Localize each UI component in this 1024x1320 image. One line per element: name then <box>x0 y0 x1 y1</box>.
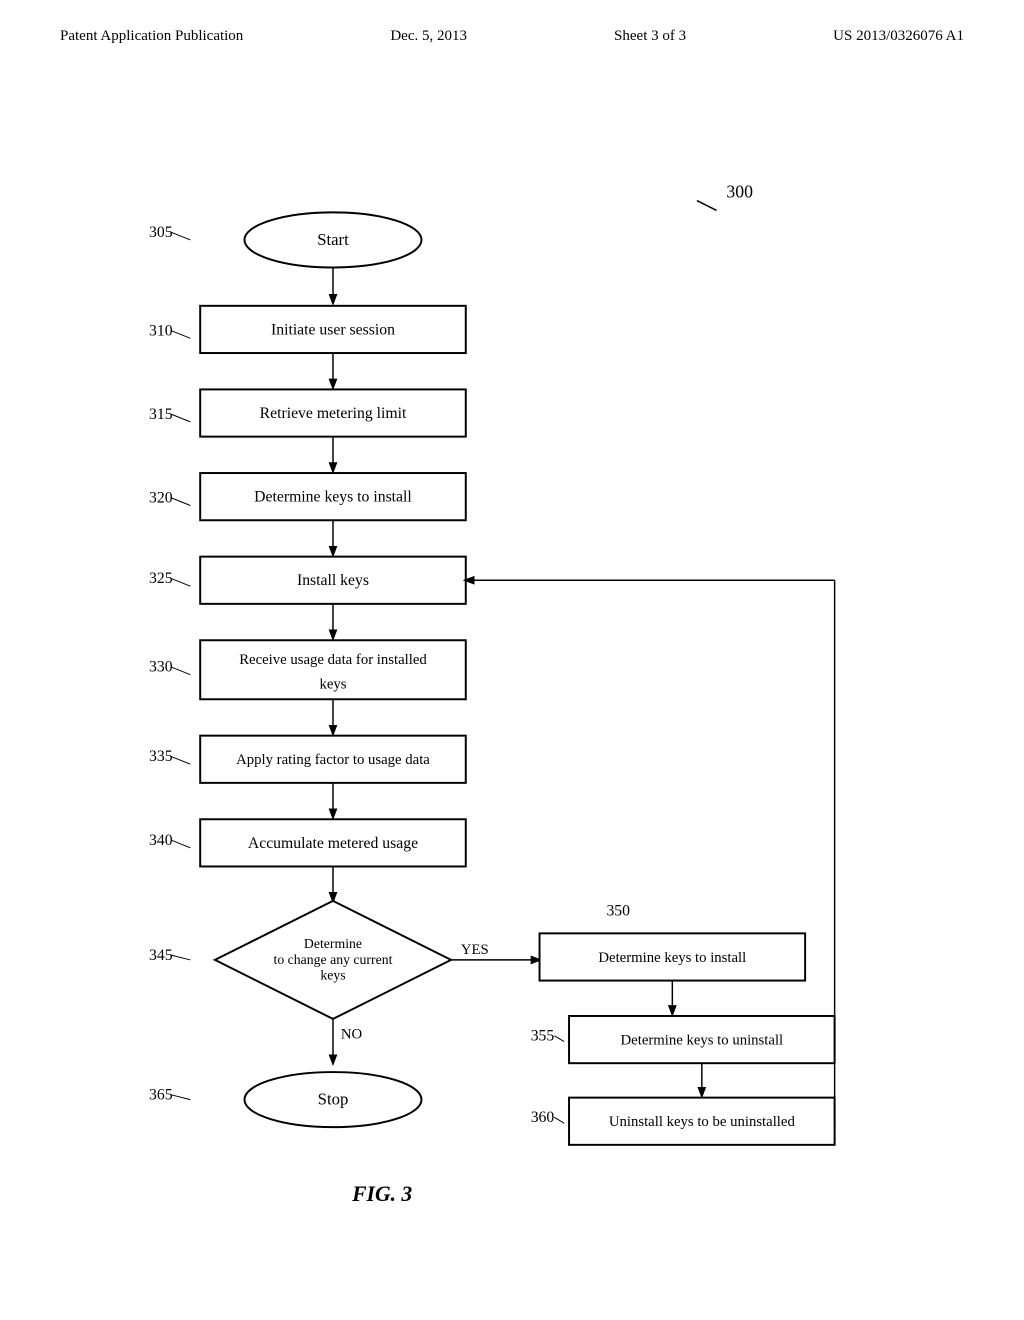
label-340: 340 <box>149 832 173 849</box>
text-330a: Receive usage data for installed <box>239 652 427 668</box>
patent-header: Patent Application Publication Dec. 5, 2… <box>0 0 1024 55</box>
label-310: 310 <box>149 322 173 339</box>
header-right: US 2013/0326076 A1 <box>833 28 964 45</box>
text-360: Uninstall keys to be uninstalled <box>609 1114 796 1130</box>
label-330: 330 <box>149 659 173 676</box>
text-325: Install keys <box>297 572 369 589</box>
header-middle: Dec. 5, 2013 <box>390 28 467 45</box>
figure-label: FIG. 3 <box>351 1182 412 1206</box>
label-325: 325 <box>149 570 173 587</box>
label-365: 365 <box>149 1087 173 1104</box>
text-stop: Stop <box>318 1090 349 1109</box>
text-335: Apply rating factor to usage data <box>236 752 430 768</box>
header-sheet: Sheet 3 of 3 <box>614 28 686 45</box>
figure-number: 300 <box>726 182 753 202</box>
text-315: Retrieve metering limit <box>260 405 407 422</box>
header-left: Patent Application Publication <box>60 28 243 45</box>
label-345: 345 <box>149 947 173 964</box>
text-345c: keys <box>320 968 345 983</box>
text-330b: keys <box>319 676 346 692</box>
text-310: Initiate user session <box>271 321 395 338</box>
flowchart-svg: 300 305 Start 310 Initiate user session … <box>0 55 1024 1255</box>
text-345b: to change any current <box>274 952 393 967</box>
label-yes: YES <box>461 942 489 958</box>
diagram-area: 300 305 Start 310 Initiate user session … <box>0 55 1024 1255</box>
label-315: 315 <box>149 406 173 423</box>
label-320: 320 <box>149 490 173 507</box>
text-350: Determine keys to install <box>598 950 746 966</box>
label-no: NO <box>341 1027 363 1043</box>
text-345a: Determine <box>304 936 362 951</box>
label-305: 305 <box>149 224 173 241</box>
label-350: 350 <box>606 903 630 920</box>
text-320: Determine keys to install <box>254 489 412 506</box>
label-355: 355 <box>531 1028 555 1045</box>
text-340: Accumulate metered usage <box>248 835 418 852</box>
label-360: 360 <box>531 1109 555 1126</box>
text-355: Determine keys to uninstall <box>621 1033 784 1049</box>
label-start: Start <box>317 230 349 249</box>
label-335: 335 <box>149 748 173 765</box>
